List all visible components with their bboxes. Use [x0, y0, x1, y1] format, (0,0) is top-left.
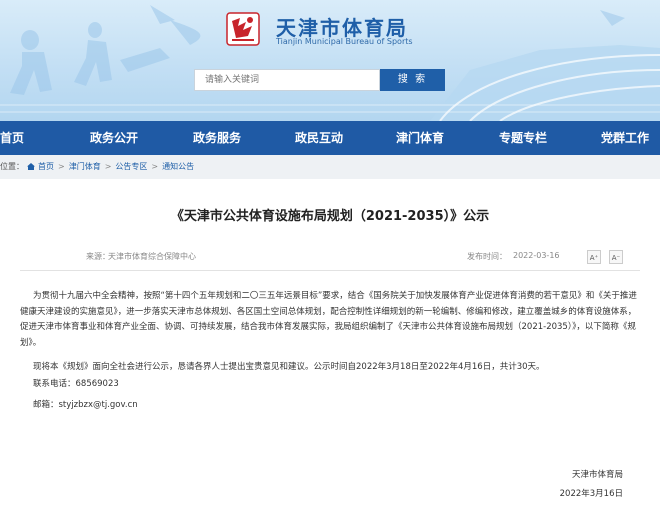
header-banner: 天津市体育局 Tianjin Municipal Bureau of Sport…	[0, 0, 660, 121]
signature: 天津市体育局	[571, 470, 623, 480]
main-nav: 首页 政务公开 政务服务 政民互动 津门体育 专题专栏 党群工作	[0, 121, 660, 155]
source-label: 来源：	[86, 252, 110, 261]
publish-date: 2022-03-16	[513, 251, 560, 260]
publish-date-label: 发布时间：	[467, 252, 507, 261]
nav-item-public-interaction[interactable]: 政民互动	[295, 121, 343, 155]
font-larger-button[interactable]: A⁺	[587, 250, 601, 264]
signature-date: 2022年3月16日	[559, 489, 623, 499]
nav-item-home[interactable]: 首页	[0, 121, 24, 155]
search-button[interactable]: 搜 索	[380, 69, 445, 91]
meta-divider	[20, 270, 640, 271]
breadcrumb-separator: >	[151, 162, 159, 171]
nav-item-jinmen-sports[interactable]: 津门体育	[396, 121, 444, 155]
breadcrumb-separator: >	[58, 162, 65, 171]
search-input[interactable]	[194, 69, 380, 91]
site-subtitle: Tianjin Municipal Bureau of Sports	[276, 37, 413, 46]
home-icon	[27, 163, 35, 170]
sports-bureau-logo	[226, 12, 260, 46]
source-value: 天津市体育综合保障中心	[108, 252, 196, 261]
breadcrumb-notices[interactable]: 通知公告	[162, 155, 194, 179]
nav-item-special-topics[interactable]: 专题专栏	[499, 121, 547, 155]
breadcrumb-jinmen-sports[interactable]: 津门体育	[69, 155, 101, 179]
article-meta: 来源： 天津市体育综合保障中心 发布时间： 2022-03-16 A⁺ A⁻	[0, 246, 660, 268]
breadcrumb-prefix: 位置：	[0, 162, 24, 171]
breadcrumb: 位置： 首页 > 津门体育 > 公告专区 > 通知公告	[0, 155, 660, 179]
contact-phone: 联系电话：68569023	[33, 379, 119, 389]
article-paragraph: 为贯彻十九届六中全会精神，按照“第十四个五年规划和二〇三五年远景目标”要求，结合…	[20, 291, 637, 348]
nav-item-party-work[interactable]: 党群工作	[601, 121, 649, 155]
nav-item-government-services[interactable]: 政务服务	[193, 121, 241, 155]
nav-item-government-affairs[interactable]: 政务公开	[90, 121, 138, 155]
breadcrumb-separator: >	[104, 162, 112, 171]
breadcrumb-home[interactable]: 首页	[38, 155, 54, 179]
article-title: 《天津市公共体育设施布局规划（2021-2035）》公示	[170, 209, 490, 224]
breadcrumb-announcements[interactable]: 公告专区	[115, 155, 147, 179]
article-paragraph: 现将本《规划》面向全社会进行公示，恳请各界人士提出宝贵意见和建议。公示时间自20…	[33, 362, 545, 372]
font-smaller-button[interactable]: A⁻	[609, 250, 623, 264]
contact-email: 邮箱：styjzbzx@tj.gov.cn	[33, 400, 138, 410]
